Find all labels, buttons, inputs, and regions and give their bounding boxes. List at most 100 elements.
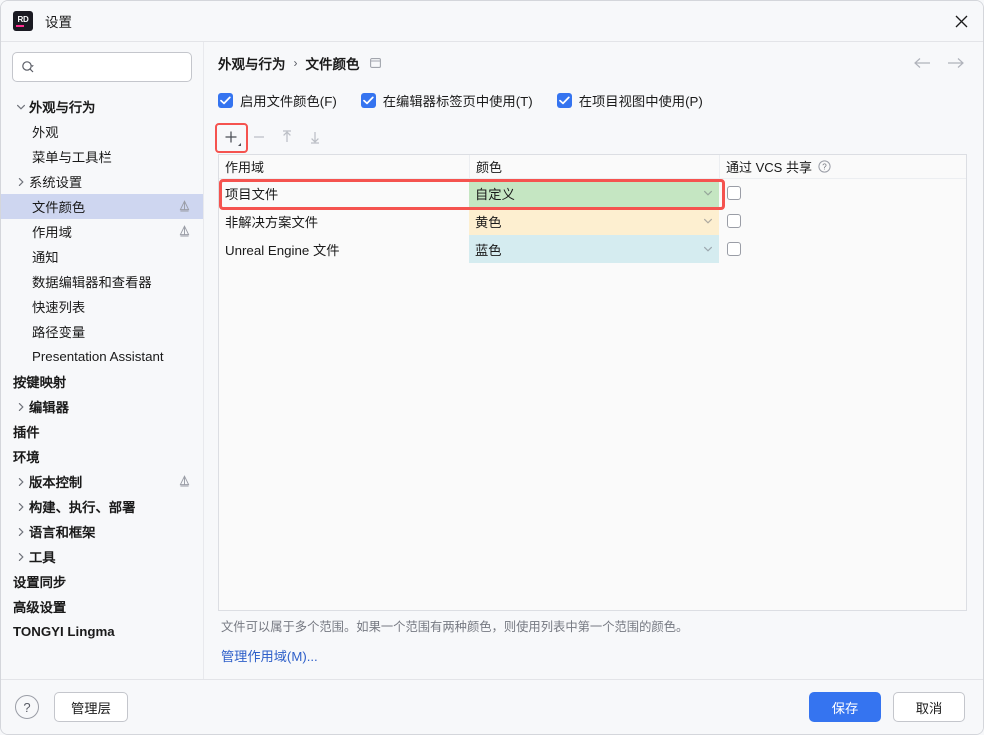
sidebar-item-build-execution-deployment[interactable]: 构建、执行、部署 xyxy=(1,494,203,519)
cell-vcs-shared xyxy=(719,207,966,235)
use-in-editor-tabs-checkbox[interactable]: 在编辑器标签页中使用(T) xyxy=(360,91,533,110)
sidebar-item-notifications[interactable]: 通知 xyxy=(1,244,203,269)
enable-file-colors-checkbox[interactable]: 启用文件颜色(F) xyxy=(218,91,337,110)
checkbox-icon[interactable] xyxy=(556,92,572,108)
sidebar-item-tongyi-lingma[interactable]: TONGYI Lingma xyxy=(1,619,203,644)
chevron-right-icon[interactable] xyxy=(13,499,29,515)
plugin-badge-icon xyxy=(178,200,191,213)
settings-sidebar: 外观与行为 外观 菜单与工具栏 系统设置文件颜色作用域通知 数据编辑器和查看器快速列表路… xyxy=(1,42,204,679)
column-header-vcs: 通过 VCS 共享 ? xyxy=(719,155,966,178)
search-box[interactable] xyxy=(12,52,203,82)
list-toolbar xyxy=(215,122,967,153)
search-input[interactable] xyxy=(41,59,203,75)
footer-actions: 保存 取消 xyxy=(809,692,965,722)
checkbox-icon[interactable] xyxy=(218,92,233,108)
window-icon[interactable] xyxy=(369,58,381,68)
sidebar-item-path-variables[interactable]: 路径变量 xyxy=(1,319,203,344)
sidebar-item-appearance-behavior[interactable]: 外观与行为 xyxy=(1,94,203,119)
checkbox-label: 在项目视图中使用(P) xyxy=(578,93,703,109)
manage-scopes-link[interactable]: 管理作用域(M)... xyxy=(218,636,318,679)
chevron-right-icon[interactable] xyxy=(13,399,29,415)
chevron-down-icon[interactable] xyxy=(703,244,713,254)
vcs-shared-checkbox[interactable] xyxy=(727,214,741,228)
sidebar-item-appearance[interactable]: 外观 xyxy=(1,119,203,144)
sidebar-item-languages-frameworks[interactable]: 语言和框架 xyxy=(1,519,203,544)
cell-scope: 项目文件 xyxy=(225,186,279,202)
settings-tree: 外观与行为 外观 菜单与工具栏 系统设置文件颜色作用域通知 数据编辑器和查看器快速列表路… xyxy=(1,92,203,679)
cancel-button[interactable]: 取消 xyxy=(893,692,965,722)
chevron-right-icon[interactable] xyxy=(13,549,29,565)
plus-icon xyxy=(223,129,239,145)
sidebar-item-label: 插件 xyxy=(13,425,40,440)
dialog-footer: ? 管理层 保存 取消 xyxy=(1,679,983,734)
move-up-button xyxy=(274,125,300,149)
chevron-down-icon[interactable] xyxy=(703,216,713,226)
search-container xyxy=(1,52,203,92)
sidebar-item-tools[interactable]: 工具 xyxy=(1,544,203,569)
sidebar-item-system-settings[interactable]: 系统设置 xyxy=(1,169,203,194)
sidebar-item-label: 作用域 xyxy=(32,225,72,240)
table-row[interactable]: 项目文件 自定义 xyxy=(219,179,966,207)
cell-color-combobox[interactable]: 黄色 xyxy=(469,207,719,235)
sidebar-item-data-editor-viewer[interactable]: 数据编辑器和查看器 xyxy=(1,269,203,294)
sidebar-item-label: 文件颜色 xyxy=(32,200,86,215)
add-button[interactable] xyxy=(215,123,248,153)
save-button[interactable]: 保存 xyxy=(809,692,881,722)
use-in-project-view-checkbox[interactable]: 在项目视图中使用(P) xyxy=(556,91,703,110)
window-title: 设置 xyxy=(45,15,72,30)
sidebar-item-label: 高级设置 xyxy=(13,600,67,615)
sidebar-item-scopes[interactable]: 作用域 xyxy=(1,219,203,244)
cell-color-combobox[interactable]: 自定义 xyxy=(469,179,719,207)
chevron-down-icon[interactable] xyxy=(13,99,29,115)
question-mark-icon[interactable]: ? xyxy=(15,695,39,719)
chevron-right-icon[interactable] xyxy=(13,174,29,190)
sidebar-item-version-control[interactable]: 版本控制 xyxy=(1,469,203,494)
search-icon xyxy=(21,60,36,75)
sidebar-item-file-colors[interactable]: 文件颜色 xyxy=(1,194,203,219)
svg-text:?: ? xyxy=(822,163,827,172)
checkbox-label: 在编辑器标签页中使用(T) xyxy=(382,93,533,109)
arrow-right-icon[interactable] xyxy=(945,52,967,74)
plugin-badge-icon xyxy=(178,225,191,238)
breadcrumb-separator: › xyxy=(293,56,298,70)
move-down-button xyxy=(302,125,328,149)
vcs-shared-checkbox[interactable] xyxy=(727,242,741,256)
arrow-down-icon xyxy=(307,129,323,145)
sidebar-item-quick-lists[interactable]: 快速列表 xyxy=(1,294,203,319)
sidebar-item-label: 快速列表 xyxy=(32,300,86,315)
column-header-color: 颜色 xyxy=(469,155,719,178)
checkbox-icon[interactable] xyxy=(360,92,376,108)
sidebar-item-label: 版本控制 xyxy=(29,475,83,490)
sidebar-item-label: 编辑器 xyxy=(29,400,69,415)
sidebar-item-settings-sync[interactable]: 设置同步 xyxy=(1,569,203,594)
cell-scope: 非解决方案文件 xyxy=(225,214,319,230)
breadcrumb-parent[interactable]: 外观与行为 xyxy=(218,53,286,73)
breadcrumb: 外观与行为 › 文件颜色 xyxy=(218,42,967,84)
chevron-down-icon[interactable] xyxy=(703,188,713,198)
manage-layers-button[interactable]: 管理层 xyxy=(54,692,128,722)
rider-logo-icon: RD xyxy=(13,11,33,31)
sidebar-item-menus-toolbars[interactable]: 菜单与工具栏 xyxy=(1,144,203,169)
sidebar-item-presentation-assistant[interactable]: Presentation Assistant xyxy=(1,344,203,369)
chevron-right-icon[interactable] xyxy=(13,474,29,490)
vcs-shared-checkbox[interactable] xyxy=(727,186,741,200)
arrow-left-icon[interactable] xyxy=(911,52,933,74)
sidebar-item-label: 构建、执行、部署 xyxy=(29,500,136,515)
sidebar-item-label: TONGYI Lingma xyxy=(13,624,115,639)
question-circle-icon[interactable]: ? xyxy=(818,160,831,173)
chevron-right-icon[interactable] xyxy=(13,524,29,540)
arrow-up-icon xyxy=(279,129,295,145)
sidebar-item-environment[interactable]: 环境 xyxy=(1,444,203,469)
cell-vcs-shared xyxy=(719,179,966,207)
sidebar-item-editor[interactable]: 编辑器 xyxy=(1,394,203,419)
sidebar-item-plugins[interactable]: 插件 xyxy=(1,419,203,444)
dropdown-triangle-icon[interactable] xyxy=(238,143,241,146)
title-bar: RD 设置 xyxy=(1,1,983,41)
close-icon[interactable] xyxy=(945,5,977,37)
breadcrumb-current: 文件颜色 xyxy=(305,57,360,72)
sidebar-item-keymap[interactable]: 按键映射 xyxy=(1,369,203,394)
sidebar-item-advanced-settings[interactable]: 高级设置 xyxy=(1,594,203,619)
table-row[interactable]: 非解决方案文件 黄色 xyxy=(219,207,966,235)
cell-color-combobox[interactable]: 蓝色 xyxy=(469,235,719,263)
table-row[interactable]: Unreal Engine 文件 蓝色 xyxy=(219,235,966,263)
